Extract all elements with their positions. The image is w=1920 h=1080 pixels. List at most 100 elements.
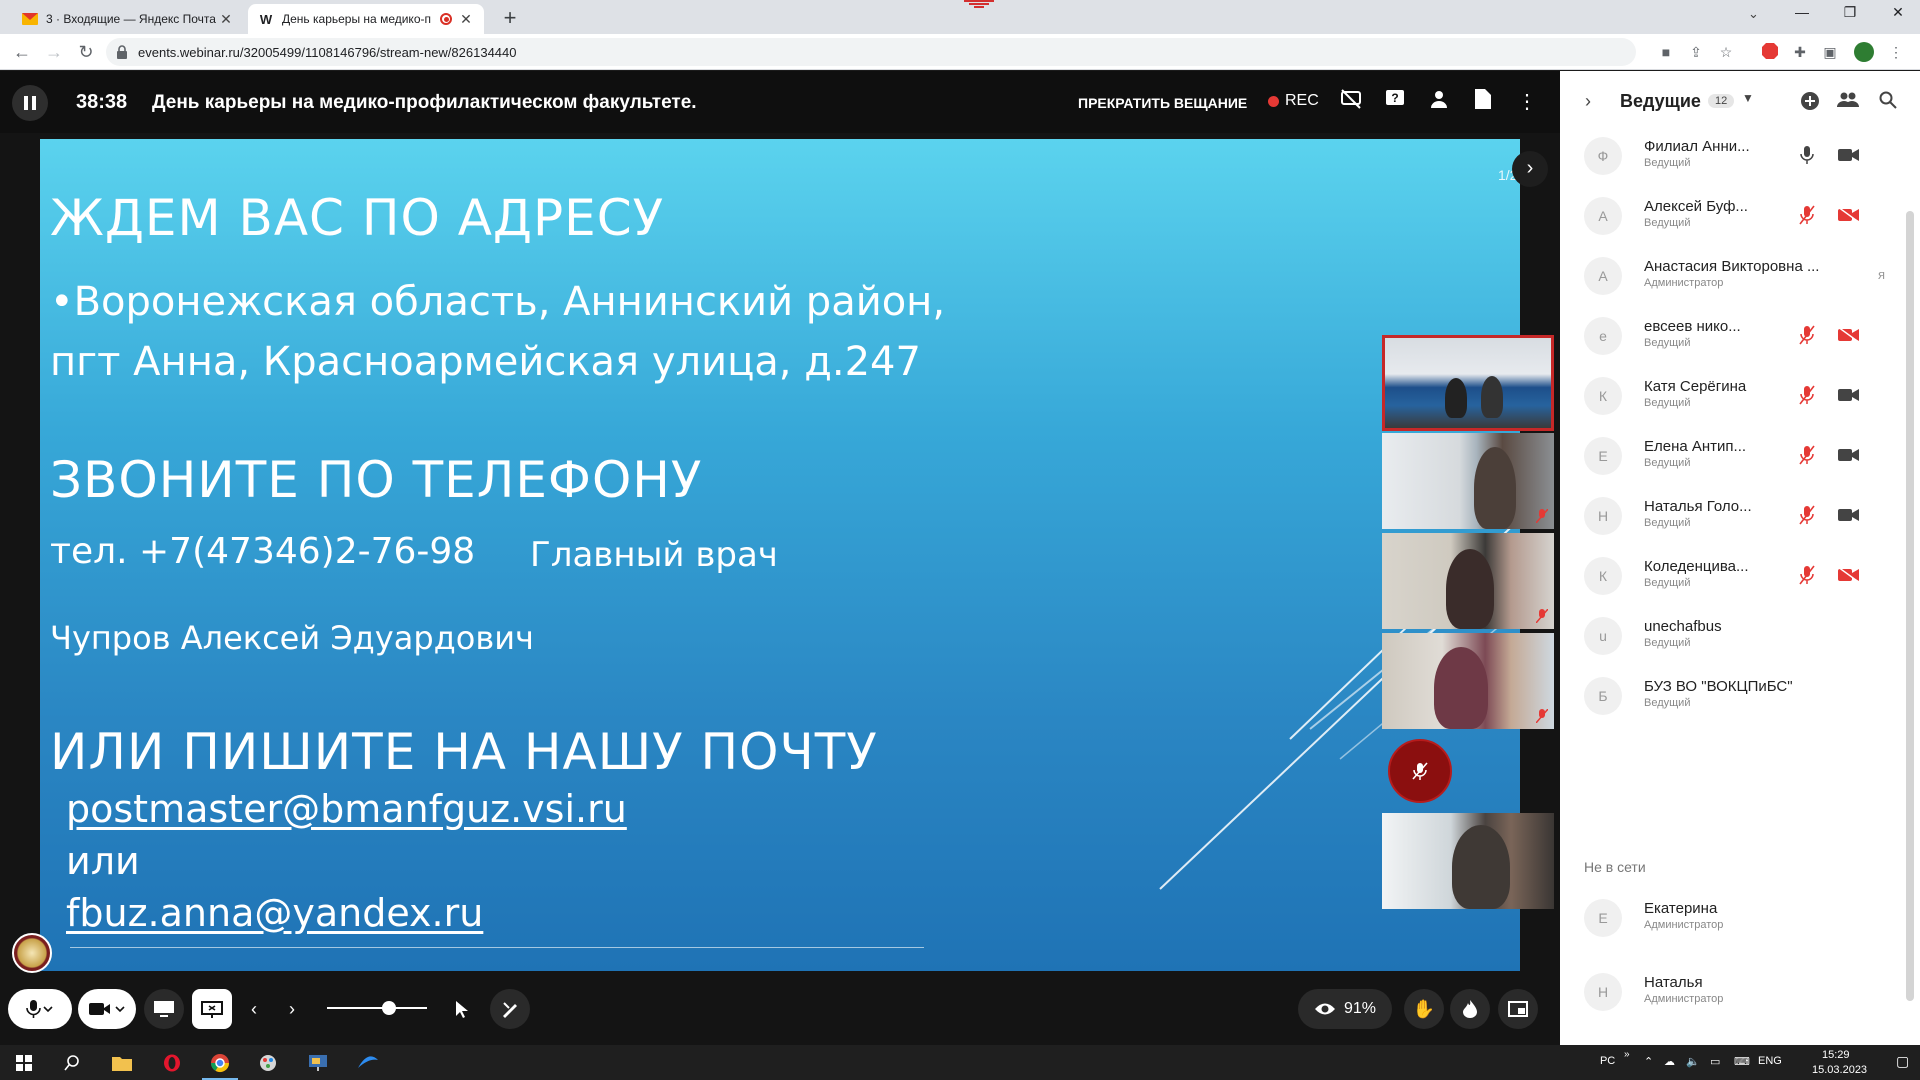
microphone-button[interactable] bbox=[8, 989, 72, 1029]
camera-off-icon[interactable] bbox=[1838, 567, 1860, 583]
adblock-icon[interactable] bbox=[1760, 42, 1780, 62]
layout-toggle-icon[interactable] bbox=[1498, 989, 1538, 1029]
search-icon[interactable] bbox=[50, 1049, 94, 1077]
screen-share-icon[interactable] bbox=[144, 989, 184, 1029]
mic-off-icon[interactable] bbox=[1798, 565, 1816, 585]
next-slide-button[interactable]: › bbox=[1512, 151, 1548, 187]
tab-yandex-mail[interactable]: 3 · Входящие — Яндекс Почта ✕ bbox=[12, 4, 244, 34]
back-icon[interactable]: ← bbox=[10, 40, 34, 64]
share-icon[interactable]: ⇪ bbox=[1686, 42, 1706, 62]
offline-participant-row[interactable]: Е Екатерина Администратор bbox=[1584, 887, 1894, 947]
clock-date[interactable]: 15.03.2023 bbox=[1812, 1064, 1867, 1076]
reload-icon[interactable]: ↻ bbox=[74, 40, 98, 64]
close-window-icon[interactable]: ✕ bbox=[1878, 4, 1918, 21]
participant-row[interactable]: u unechafbus Ведущий bbox=[1584, 605, 1894, 665]
camera-on-icon[interactable] bbox=[1838, 447, 1860, 463]
keyboard-icon[interactable]: ⌨ bbox=[1734, 1055, 1750, 1068]
language-indicator[interactable]: ENG bbox=[1758, 1055, 1782, 1067]
participant-row[interactable]: А Анастасия Викторовна ... Администратор… bbox=[1584, 245, 1894, 305]
cloud-icon[interactable]: ☁ bbox=[1664, 1055, 1675, 1068]
profile-avatar[interactable] bbox=[1854, 42, 1874, 62]
video-tile-5[interactable] bbox=[1382, 813, 1554, 909]
camera-on-icon[interactable] bbox=[1838, 147, 1860, 163]
network-icon[interactable]: ▭ bbox=[1710, 1055, 1720, 1068]
mic-off-icon[interactable] bbox=[1798, 325, 1816, 345]
participant-row[interactable]: А Алексей Буф... Ведущий bbox=[1584, 185, 1894, 245]
restore-icon[interactable]: ❐ bbox=[1830, 4, 1870, 21]
video-tile-2[interactable] bbox=[1382, 433, 1554, 529]
rec-indicator[interactable]: REC bbox=[1268, 92, 1319, 110]
more-options-icon[interactable]: ⋮ bbox=[1514, 89, 1540, 115]
close-tab-icon[interactable]: ✕ bbox=[218, 11, 234, 28]
group-icon[interactable] bbox=[1836, 91, 1860, 112]
tray-chevron-icon[interactable]: » bbox=[1624, 1049, 1630, 1060]
camera-off-icon[interactable] bbox=[1838, 327, 1860, 343]
close-tab-icon[interactable]: ✕ bbox=[458, 11, 474, 28]
participant-row[interactable]: Б БУЗ ВО "ВОКЦПиБС" Ведущий bbox=[1584, 665, 1894, 725]
browser-menu-icon[interactable]: ⋮ bbox=[1886, 42, 1906, 62]
volume-icon[interactable]: 🔈 bbox=[1686, 1055, 1700, 1068]
camera-on-icon[interactable] bbox=[1838, 507, 1860, 523]
opera-icon[interactable] bbox=[150, 1049, 194, 1077]
search-icon[interactable] bbox=[1876, 91, 1900, 114]
zoom-slider-handle[interactable] bbox=[382, 1001, 396, 1015]
chevron-down-icon[interactable]: ▼ bbox=[1736, 91, 1760, 105]
extensions-puzzle-icon[interactable]: ✚ bbox=[1790, 42, 1810, 62]
slide-email-1[interactable]: postmaster@bmanfguz.vsi.ru bbox=[66, 787, 627, 831]
prev-slide-icon[interactable]: ‹ bbox=[236, 989, 272, 1029]
mic-off-icon[interactable] bbox=[1798, 505, 1816, 525]
file-icon[interactable] bbox=[1470, 89, 1496, 115]
show-hidden-icons-icon[interactable]: ⌃ bbox=[1644, 1055, 1653, 1068]
chrome-icon[interactable] bbox=[198, 1049, 242, 1080]
fire-reaction-icon[interactable] bbox=[1450, 989, 1490, 1029]
next-slide-icon[interactable]: › bbox=[274, 989, 310, 1029]
camera-on-icon[interactable] bbox=[1838, 387, 1860, 403]
pause-button[interactable] bbox=[12, 85, 48, 121]
participant-row[interactable]: Н Наталья Голо... Ведущий bbox=[1584, 485, 1894, 545]
language-short[interactable]: РС bbox=[1600, 1055, 1615, 1067]
sidebar-icon[interactable]: ▣ bbox=[1820, 42, 1840, 62]
presentation-app-icon[interactable] bbox=[296, 1049, 340, 1077]
tab-search-icon[interactable]: ⌄ bbox=[1748, 6, 1759, 22]
participant-row[interactable]: е евсеев нико... Ведущий bbox=[1584, 305, 1894, 365]
slide-email-2[interactable]: fbuz.anna@yandex.ru bbox=[66, 891, 483, 935]
muted-speaker-indicator[interactable] bbox=[1388, 739, 1452, 803]
participants-icon[interactable] bbox=[1426, 89, 1452, 115]
video-tile-4[interactable] bbox=[1382, 633, 1554, 729]
offline-participant-row[interactable]: Н Наталья Администратор bbox=[1584, 961, 1894, 1021]
raise-hand-icon[interactable]: ✋ bbox=[1404, 989, 1444, 1029]
video-tile-1[interactable] bbox=[1382, 335, 1554, 431]
attention-indicator[interactable]: 91% bbox=[1298, 989, 1392, 1029]
address-bar[interactable]: events.webinar.ru/32005499/1108146796/st… bbox=[106, 38, 1636, 66]
mic-on-icon[interactable] bbox=[1798, 145, 1816, 165]
notifications-icon[interactable]: ▢ bbox=[1896, 1053, 1909, 1070]
mic-off-icon[interactable] bbox=[1798, 445, 1816, 465]
mic-off-icon[interactable] bbox=[1798, 205, 1816, 225]
zoom-slider-track[interactable] bbox=[327, 1007, 427, 1009]
bookmark-star-icon[interactable]: ☆ bbox=[1716, 42, 1736, 62]
stop-broadcast-button[interactable]: ПРЕКРАТИТЬ ВЕЩАНИЕ bbox=[1078, 95, 1247, 111]
camera-permission-icon[interactable]: ■ bbox=[1656, 42, 1676, 62]
participant-row[interactable]: К Коледенцива... Ведущий bbox=[1584, 545, 1894, 605]
camera-off-icon[interactable] bbox=[1838, 207, 1860, 223]
camera-button[interactable] bbox=[78, 989, 136, 1029]
clock-time[interactable]: 15:29 bbox=[1822, 1049, 1850, 1061]
participant-row[interactable]: К Катя Серёгина Ведущий bbox=[1584, 365, 1894, 425]
participant-row[interactable]: Е Елена Антип... Ведущий bbox=[1584, 425, 1894, 485]
windows-start-icon[interactable] bbox=[2, 1049, 46, 1077]
questions-icon[interactable]: ? bbox=[1382, 89, 1408, 115]
presentation-button[interactable] bbox=[192, 989, 232, 1029]
chat-off-icon[interactable] bbox=[1338, 89, 1364, 115]
video-tile-3[interactable] bbox=[1382, 533, 1554, 629]
app-swoosh-icon[interactable] bbox=[346, 1049, 390, 1077]
pointer-tool-icon[interactable] bbox=[446, 989, 478, 1029]
collapse-panel-icon[interactable]: › bbox=[1576, 91, 1600, 112]
mic-off-icon[interactable] bbox=[1798, 385, 1816, 405]
file-explorer-icon[interactable] bbox=[100, 1049, 144, 1077]
add-participant-icon[interactable] bbox=[1798, 91, 1822, 116]
panel-scrollbar[interactable] bbox=[1906, 211, 1914, 1001]
participant-row[interactable]: Ф Филиал Анни... Ведущий bbox=[1584, 125, 1894, 185]
draw-tool-icon[interactable] bbox=[490, 989, 530, 1029]
new-tab-button[interactable]: + bbox=[498, 5, 522, 31]
paint-icon[interactable] bbox=[246, 1049, 290, 1077]
